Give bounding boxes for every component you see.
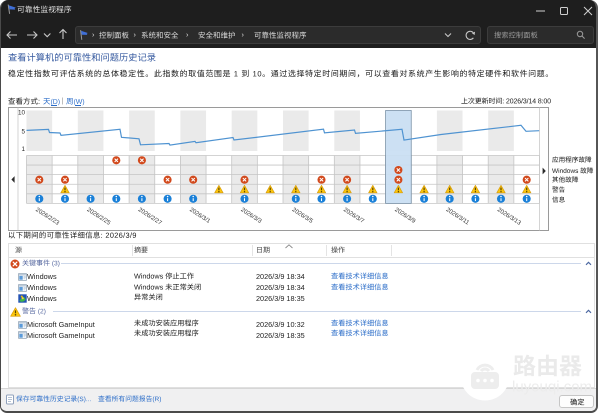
- svg-text:5: 5: [21, 129, 25, 136]
- svg-text:2026/3/9: 2026/3/9: [393, 207, 416, 225]
- svg-text:2026/3/1: 2026/3/1: [188, 207, 211, 225]
- svg-text:2026/3/13: 2026/3/13: [496, 207, 522, 227]
- svg-text:1: 1: [21, 146, 25, 153]
- svg-text:2026/2/27: 2026/2/27: [137, 207, 163, 227]
- svg-text:2026/3/5: 2026/3/5: [291, 207, 314, 225]
- svg-text:2026/2/25: 2026/2/25: [86, 207, 112, 227]
- svg-text:2026/3/3: 2026/3/3: [239, 207, 262, 225]
- svg-text:2026/2/23: 2026/2/23: [34, 207, 60, 227]
- svg-text:2026/3/7: 2026/3/7: [342, 207, 365, 225]
- svg-text:10: 10: [18, 110, 26, 117]
- svg-text:2026/3/11: 2026/3/11: [445, 207, 471, 227]
